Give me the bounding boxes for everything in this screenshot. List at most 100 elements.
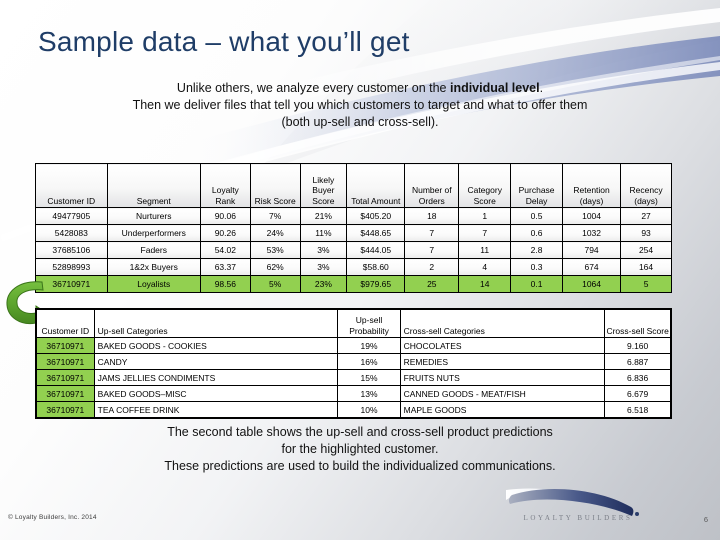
cell-crosssell-score: 6.518 <box>604 401 672 419</box>
table-row: 36710971 CANDY 16% REMEDIES 6.887 <box>35 353 672 370</box>
cell-recency-days: 27 <box>620 207 672 225</box>
cell-retention-days: 1004 <box>562 207 622 225</box>
header-segment: Segment <box>106 163 201 208</box>
cell-segment: Underperformers <box>106 224 201 242</box>
cell-crosssell-score: 6.836 <box>604 369 672 386</box>
cell-number-of-orders: 7 <box>404 224 460 242</box>
cell-risk-score: 5% <box>249 275 301 293</box>
cell-recency-days: 5 <box>620 275 672 293</box>
cell-likely-buyer-score: 3% <box>299 241 348 259</box>
table-row: 37685106 Faders 54.02 53% 3% $444.05 7 1… <box>35 241 672 259</box>
outro-line-2: for the highlighted customer. <box>281 442 439 456</box>
header-total-amount: Total Amount <box>346 163 406 208</box>
intro-line-2: Then we deliver files that tell you whic… <box>132 98 588 112</box>
cell-customer-id: 37685106 <box>35 241 108 259</box>
cell-total-amount: $979.65 <box>346 275 406 293</box>
cell-upsell-category: BAKED GOODS–MISC <box>93 385 339 402</box>
cell-segment: 1&2x Buyers <box>106 258 201 276</box>
cell-customer-id: 36710971 <box>35 401 95 419</box>
cell-upsell-category: BAKED GOODS - COOKIES <box>93 337 339 354</box>
cell-customer-id: 36710971 <box>35 353 95 370</box>
cell-crosssell-category: MAPLE GOODS <box>399 401 606 419</box>
cell-category-score: 11 <box>458 241 512 259</box>
header-crosssell-score: Cross-sell Score <box>604 308 672 338</box>
cell-customer-id: 36710971 <box>35 369 95 386</box>
header-upsell-categories: Up-sell Categories <box>93 308 339 338</box>
cell-retention-days: 674 <box>562 258 622 276</box>
table-row: 36710971 BAKED GOODS–MISC 13% CANNED GOO… <box>35 385 672 402</box>
outro-line-1: The second table shows the up-sell and c… <box>167 425 553 439</box>
header-crosssell-categories: Cross-sell Categories <box>399 308 606 338</box>
table-row: 36710971 TEA COFFEE DRINK 10% MAPLE GOOD… <box>35 401 672 419</box>
cell-number-of-orders: 2 <box>404 258 460 276</box>
cell-purchase-delay: 0.6 <box>510 224 564 242</box>
table-header-row: Customer ID Segment Loyalty Rank Risk Sc… <box>35 163 672 208</box>
intro-line-1: Unlike others, we analyze every customer… <box>60 80 660 97</box>
table-row-highlighted: 36710971 Loyalists 98.56 5% 23% $979.65 … <box>35 275 672 293</box>
cell-category-score: 4 <box>458 258 512 276</box>
page-number: 6 <box>703 515 708 524</box>
cell-likely-buyer-score: 21% <box>299 207 348 225</box>
cell-category-score: 1 <box>458 207 512 225</box>
header-retention-days: Retention (days) <box>562 163 622 208</box>
cell-customer-id: 49477905 <box>35 207 108 225</box>
cell-upsell-probability: 10% <box>337 401 401 419</box>
cell-crosssell-category: FRUITS NUTS <box>399 369 606 386</box>
header-likely-buyer-score: Likely Buyer Score <box>299 163 348 208</box>
cell-likely-buyer-score: 23% <box>299 275 348 293</box>
cell-loyalty-rank: 54.02 <box>199 241 251 259</box>
cell-likely-buyer-score: 11% <box>299 224 348 242</box>
cell-loyalty-rank: 98.56 <box>199 275 251 293</box>
header-loyalty-rank: Loyalty Rank <box>199 163 251 208</box>
cell-total-amount: $58.60 <box>346 258 406 276</box>
intro-line-3: (both up-sell and cross-sell). <box>281 115 439 129</box>
cell-number-of-orders: 7 <box>404 241 460 259</box>
cell-upsell-category: JAMS JELLIES CONDIMENTS <box>93 369 339 386</box>
cell-upsell-probability: 16% <box>337 353 401 370</box>
cell-total-amount: $448.65 <box>346 224 406 242</box>
cell-purchase-delay: 0.5 <box>510 207 564 225</box>
header-risk-score: Risk Score <box>249 163 301 208</box>
loyalty-builders-logo-icon <box>506 488 639 516</box>
intro-paragraph: Unlike others, we analyze every customer… <box>60 80 660 131</box>
cell-segment: Faders <box>106 241 201 259</box>
intro-line-1-part-c: . <box>539 81 544 95</box>
cell-customer-id: 52898993 <box>35 258 108 276</box>
cell-customer-id: 36710971 <box>35 337 95 354</box>
header-purchase-delay: Purchase Delay <box>510 163 564 208</box>
cell-upsell-category: CANDY <box>93 353 339 370</box>
table-row: 5428083 Underperformers 90.26 24% 11% $4… <box>35 224 672 242</box>
cell-number-of-orders: 18 <box>404 207 460 225</box>
cell-segment: Nurturers <box>106 207 201 225</box>
cell-purchase-delay: 2.8 <box>510 241 564 259</box>
table-row: 36710971 BAKED GOODS - COOKIES 19% CHOCO… <box>35 337 672 354</box>
cell-purchase-delay: 0.1 <box>510 275 564 293</box>
cell-recency-days: 254 <box>620 241 672 259</box>
page-title: Sample data – what you’ll get <box>38 26 410 57</box>
intro-line-1-part-a: Unlike others, we analyze every customer… <box>176 81 450 95</box>
cell-recency-days: 93 <box>620 224 672 242</box>
cell-crosssell-category: CHOCOLATES <box>399 337 606 354</box>
cell-segment: Loyalists <box>106 275 201 293</box>
cell-number-of-orders: 25 <box>404 275 460 293</box>
cell-crosssell-score: 6.887 <box>604 353 672 370</box>
table-row: 52898993 1&2x Buyers 63.37 62% 3% $58.60… <box>35 258 672 276</box>
cell-upsell-probability: 15% <box>337 369 401 386</box>
cell-total-amount: $405.20 <box>346 207 406 225</box>
header-number-of-orders: Number of Orders <box>404 163 460 208</box>
cell-loyalty-rank: 63.37 <box>199 258 251 276</box>
cell-risk-score: 7% <box>249 207 301 225</box>
outro-line-3: These predictions are used to build the … <box>164 459 556 473</box>
cell-risk-score: 62% <box>249 258 301 276</box>
cell-retention-days: 794 <box>562 241 622 259</box>
cell-retention-days: 1032 <box>562 224 622 242</box>
logo-wordmark: LOYALTY BUILDERS <box>523 514 633 522</box>
cell-crosssell-score: 6.679 <box>604 385 672 402</box>
cell-upsell-probability: 13% <box>337 385 401 402</box>
header-customer-id: Customer ID <box>35 308 95 338</box>
customer-summary-table: Customer ID Segment Loyalty Rank Risk Sc… <box>35 163 672 293</box>
cell-loyalty-rank: 90.06 <box>199 207 251 225</box>
header-upsell-probability: Up-sell Probability <box>337 308 401 338</box>
cell-likely-buyer-score: 3% <box>299 258 348 276</box>
cell-upsell-category: TEA COFFEE DRINK <box>93 401 339 419</box>
